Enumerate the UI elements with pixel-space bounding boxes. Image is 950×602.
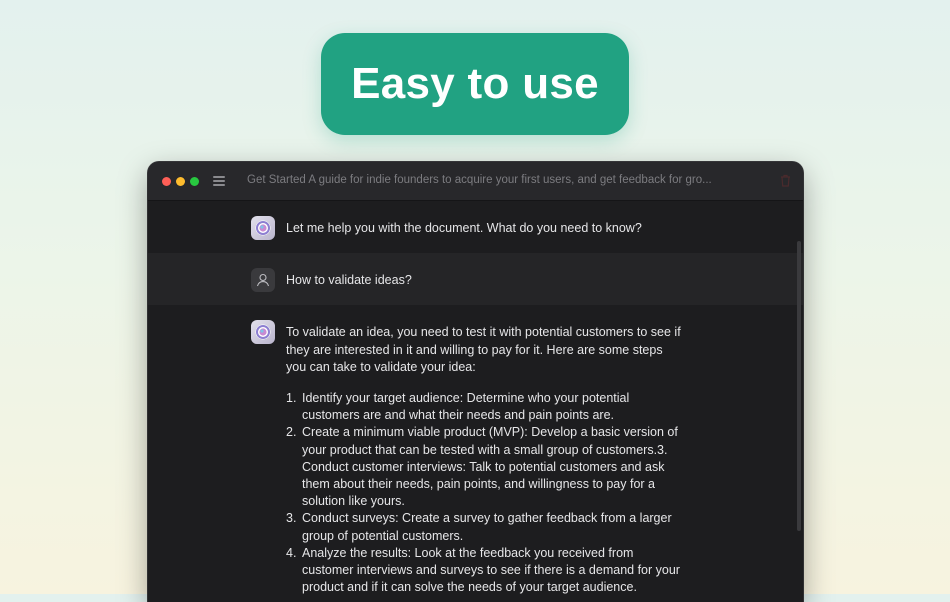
person-icon [251, 268, 275, 293]
hamburger-menu-icon[interactable] [213, 176, 225, 186]
message-text: How to validate ideas? [286, 273, 412, 288]
list-item: 4. Analyze the results: Look at the feed… [286, 545, 682, 597]
list-item-text: Analyze the results: Look at the feedbac… [302, 545, 680, 595]
message-intro: To validate an idea, you need to test it… [286, 325, 681, 374]
list-item-number: 3. [286, 511, 297, 526]
list-item-text: Identify your target audience: Determine… [302, 391, 630, 423]
list-item: 2. Create a minimum viable product (MVP)… [286, 424, 682, 510]
chat-scrollbar[interactable] [797, 241, 801, 531]
app-logo-icon [251, 216, 275, 240]
list-item-number: 1. [286, 391, 297, 406]
close-window-button[interactable] [162, 177, 171, 186]
assistant-message: Let me help you with the document. What … [148, 201, 803, 254]
trash-icon[interactable] [780, 174, 791, 187]
list-item-text: Create a minimum viable product (MVP): D… [302, 425, 678, 509]
list-item-number: 4. [286, 545, 297, 560]
list-item-text: Conduct surveys: Create a survey to gath… [302, 511, 672, 543]
hero-banner: Easy to use [321, 33, 629, 135]
app-window: Get Started A guide for indie founders t… [148, 162, 803, 602]
user-message: How to validate ideas? [148, 253, 803, 306]
list-item: 3. Conduct surveys: Create a survey to g… [286, 510, 682, 544]
title-bar: Get Started A guide for indie founders t… [148, 162, 803, 201]
list-item: 1. Identify your target audience: Determ… [286, 390, 682, 424]
assistant-message: To validate an idea, you need to test it… [148, 305, 803, 602]
app-logo-icon [251, 320, 275, 345]
steps-list: 1. Identify your target audience: Determ… [286, 390, 682, 596]
document-title: Get Started A guide for indie founders t… [247, 174, 712, 186]
list-item-number: 2. [286, 425, 297, 440]
hero-label: Easy to use [351, 59, 599, 108]
zoom-window-button[interactable] [190, 177, 199, 186]
minimize-window-button[interactable] [176, 177, 185, 186]
chat-transcript: Let me help you with the document. What … [148, 201, 803, 602]
message-text: Let me help you with the document. What … [286, 221, 642, 235]
